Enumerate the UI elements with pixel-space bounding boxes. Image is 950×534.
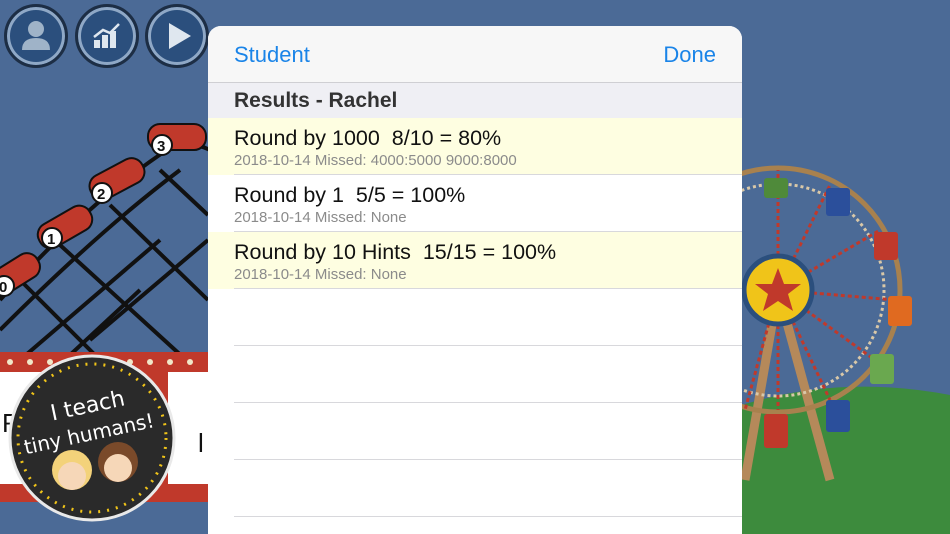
empty-row	[208, 403, 742, 460]
car-number: 1	[47, 231, 55, 248]
car-number: 2	[97, 186, 105, 203]
stats-button[interactable]	[75, 4, 139, 68]
done-button[interactable]: Done	[663, 42, 716, 68]
result-title: Round by 10 Hints 15/15 = 100%	[234, 240, 557, 264]
result-row[interactable]: Round by 1000 8/10 = 80% 2018-10-14 Miss…	[208, 118, 742, 175]
coaster-car-2: 2	[88, 157, 146, 204]
coaster-car-3: 3	[147, 123, 207, 156]
student-button[interactable]	[4, 4, 68, 68]
result-detail: 2018-10-14 Missed: None	[234, 209, 407, 226]
result-detail: 2018-10-14 Missed: 4000:5000 9000:8000	[234, 152, 517, 169]
i-teach-tiny-humans-logo: I teach tiny humans!	[8, 354, 176, 522]
play-button[interactable]	[145, 4, 209, 68]
car-number: 3	[157, 138, 165, 155]
sign-fragment: l	[198, 428, 204, 458]
result-row[interactable]: Round by 10 Hints 15/15 = 100% 2018-10-1…	[208, 232, 742, 289]
section-header: Results - Rachel	[208, 83, 742, 118]
results-list: Round by 1000 8/10 = 80% 2018-10-14 Miss…	[208, 118, 742, 517]
empty-row	[208, 346, 742, 403]
nav-bar: Student Done	[208, 26, 742, 83]
empty-row	[208, 460, 742, 517]
results-sheet: Student Done Results - Rachel Round by 1…	[208, 26, 742, 534]
bar-chart-icon	[93, 23, 120, 48]
person-icon	[22, 21, 50, 50]
student-back-button[interactable]: Student	[234, 42, 310, 68]
car-number: 0	[0, 279, 7, 296]
empty-row	[208, 289, 742, 346]
result-title: Round by 1000 8/10 = 80%	[234, 126, 502, 150]
result-title: Round by 1 5/5 = 100%	[234, 183, 466, 207]
result-row[interactable]: Round by 1 5/5 = 100% 2018-10-14 Missed:…	[208, 175, 742, 232]
result-detail: 2018-10-14 Missed: None	[234, 266, 407, 283]
section-title: Results - Rachel	[234, 88, 398, 112]
play-icon	[169, 23, 191, 49]
